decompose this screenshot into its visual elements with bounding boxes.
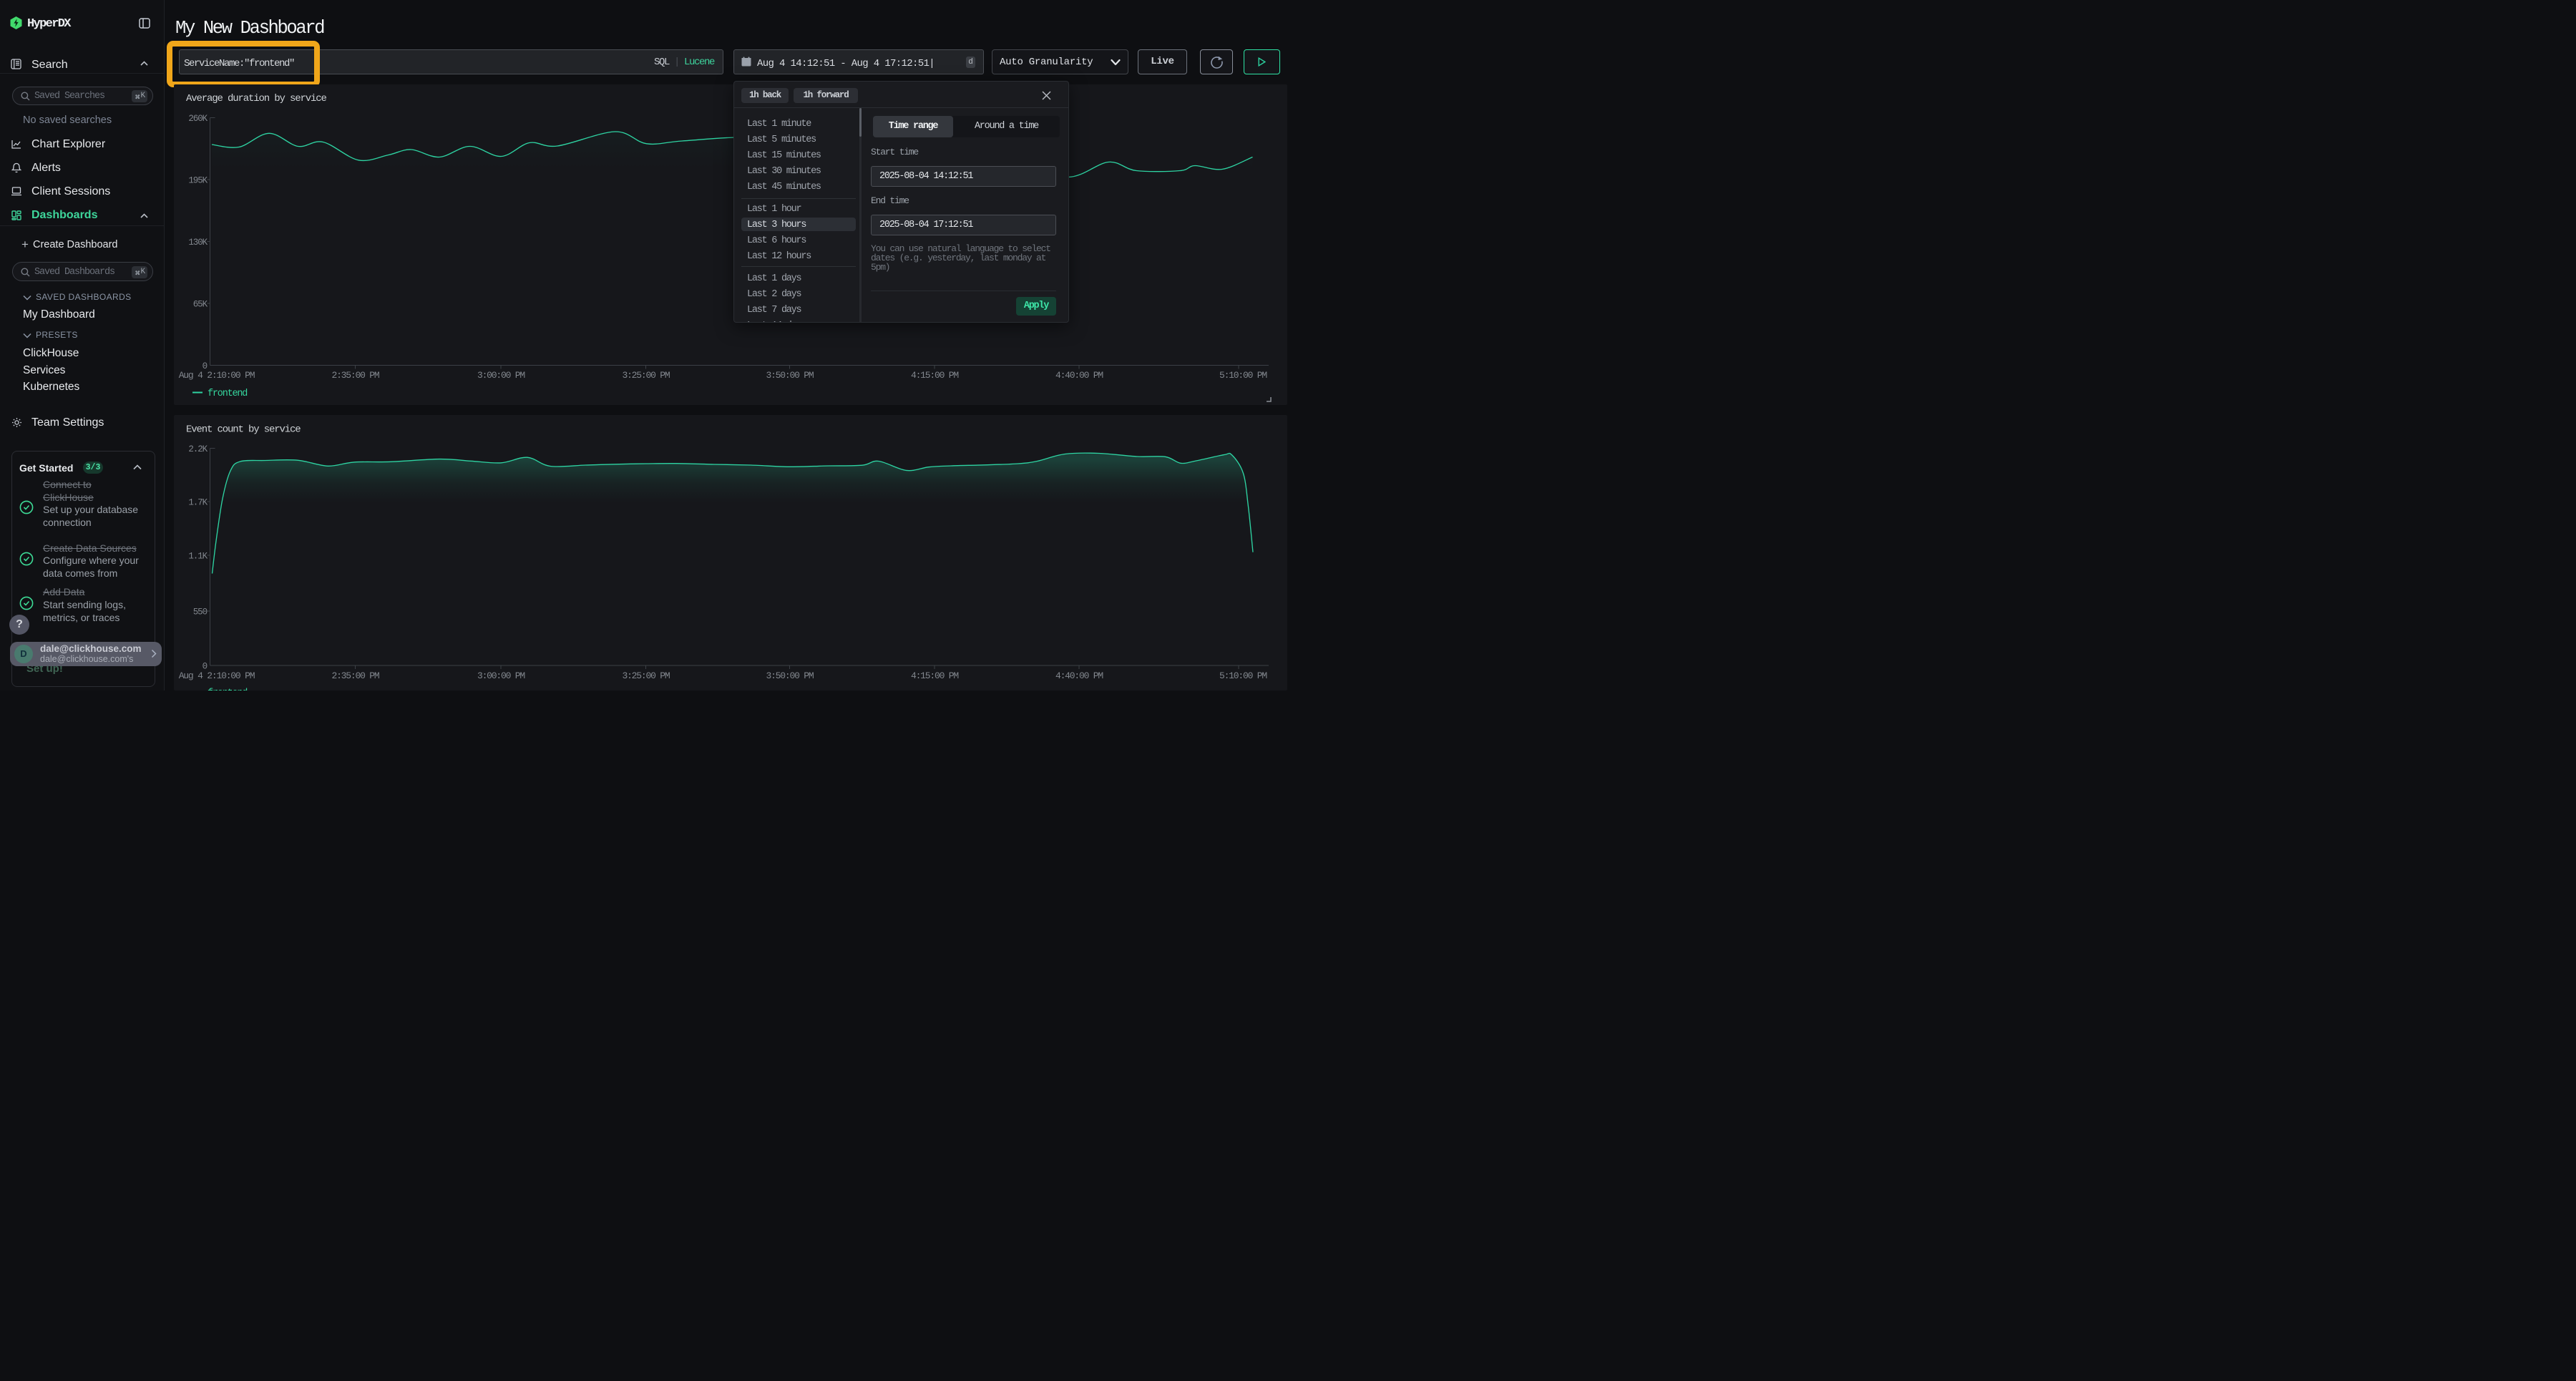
svg-text:2:35:00 PM: 2:35:00 PM xyxy=(331,670,379,681)
svg-text:3:25:00 PM: 3:25:00 PM xyxy=(622,370,669,381)
svg-text:4:15:00 PM: 4:15:00 PM xyxy=(911,370,958,381)
svg-text:2:35:00 PM: 2:35:00 PM xyxy=(331,370,379,381)
svg-text:3:50:00 PM: 3:50:00 PM xyxy=(766,670,813,681)
svg-text:3:00:00 PM: 3:00:00 PM xyxy=(477,370,525,381)
svg-text:frontend: frontend xyxy=(208,688,247,691)
svg-text:260K: 260K xyxy=(188,114,208,124)
svg-text:4:40:00 PM: 4:40:00 PM xyxy=(1055,670,1103,681)
svg-text:5:10:00 PM: 5:10:00 PM xyxy=(1219,670,1267,681)
svg-text:Aug 4 2:10:00 PM: Aug 4 2:10:00 PM xyxy=(179,670,255,681)
svg-text:2.2K: 2.2K xyxy=(188,444,208,454)
svg-text:Aug 4 2:10:00 PM: Aug 4 2:10:00 PM xyxy=(179,370,255,381)
svg-text:3:50:00 PM: 3:50:00 PM xyxy=(766,370,813,381)
svg-text:Event count by service: Event count by service xyxy=(186,424,301,436)
svg-text:5:10:00 PM: 5:10:00 PM xyxy=(1219,370,1267,381)
svg-text:frontend: frontend xyxy=(208,389,247,399)
svg-text:3:00:00 PM: 3:00:00 PM xyxy=(477,670,525,681)
svg-text:3:25:00 PM: 3:25:00 PM xyxy=(622,670,669,681)
svg-text:Average duration by service: Average duration by service xyxy=(186,93,327,104)
svg-text:195K: 195K xyxy=(188,176,208,186)
svg-text:1.1K: 1.1K xyxy=(188,552,208,562)
svg-text:1.7K: 1.7K xyxy=(188,498,208,508)
svg-text:4:15:00 PM: 4:15:00 PM xyxy=(911,670,958,681)
svg-text:130K: 130K xyxy=(188,238,208,248)
svg-text:550: 550 xyxy=(193,607,208,618)
svg-text:65K: 65K xyxy=(193,300,208,310)
svg-text:4:40:00 PM: 4:40:00 PM xyxy=(1055,370,1103,381)
